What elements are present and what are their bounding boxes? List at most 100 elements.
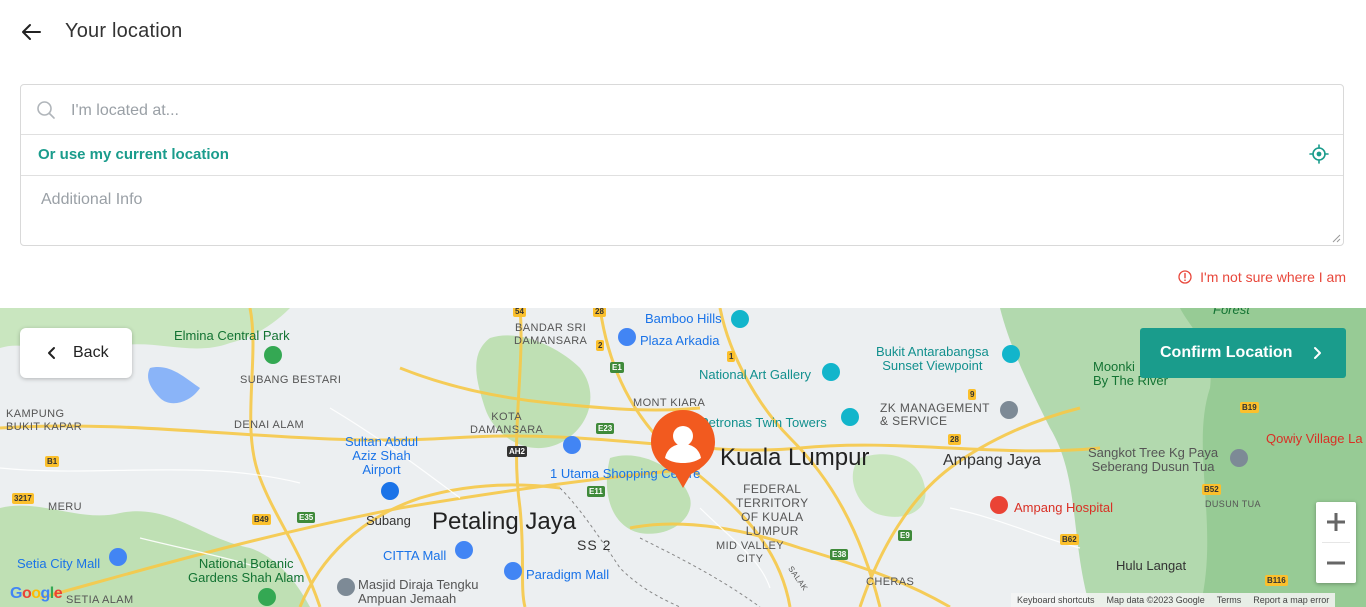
report-map-error-link[interactable]: Report a map error (1253, 595, 1329, 605)
hospital-icon[interactable] (990, 496, 1008, 514)
map-label-ampang-hospital[interactable]: Ampang Hospital (1014, 500, 1113, 515)
chevron-right-icon (1314, 347, 1321, 359)
keyboard-shortcuts-link[interactable]: Keyboard shortcuts (1017, 595, 1095, 605)
landmark-icon[interactable] (841, 408, 859, 426)
road-badge: 28 (593, 308, 606, 317)
airport-icon[interactable] (381, 482, 399, 500)
map-label-sangkot[interactable]: Sangkot Tree Kg Paya Seberang Dusun Tua (1088, 446, 1218, 474)
map-label-mid-valley: MID VALLEY CITY (716, 540, 784, 565)
location-search-input[interactable] (69, 96, 1323, 126)
arrow-left-icon[interactable] (20, 20, 44, 44)
page-title: Your location (65, 20, 183, 42)
map-label-hulu-langat: Hulu Langat (1116, 558, 1187, 573)
shopping-icon[interactable] (618, 328, 636, 346)
shopping-icon[interactable] (563, 436, 581, 454)
search-icon (37, 101, 55, 119)
map-label-kuala-lumpur: Kuala Lumpur (720, 444, 870, 471)
map-label-ampang-jaya: Ampang Jaya (943, 452, 1041, 469)
map-data-text: Map data ©2023 Google (1106, 595, 1205, 605)
road-badge: AH2 (507, 446, 528, 457)
road-badge: 3217 (12, 493, 34, 504)
map-label-kampung-bukit-kapar: KAMPUNG BUKIT KAPAR (6, 408, 83, 433)
use-current-location-button[interactable]: Or use my current location (21, 134, 1343, 176)
tree-icon[interactable] (264, 346, 282, 364)
road-badge: 2 (596, 340, 605, 351)
road-badge: E1 (610, 362, 624, 373)
map-label-ss2: SS 2 (577, 537, 612, 553)
place-pin-icon[interactable] (1230, 449, 1248, 467)
terms-link[interactable]: Terms (1217, 595, 1242, 605)
map-label-qowiy-village[interactable]: Qowiy Village La (1266, 431, 1363, 446)
map-label-zk-management[interactable]: ZK MANAGEMENT & SERVICE (880, 402, 990, 428)
road-badge: 1 (727, 351, 736, 362)
zoom-control (1316, 502, 1356, 583)
confirm-location-label: Confirm Location (1160, 344, 1293, 361)
map-label-forest: Forest (1213, 308, 1250, 317)
road-badge: B1 (45, 456, 60, 467)
map-label-petronas[interactable]: Petronas Twin Towers (700, 415, 827, 430)
location-form: Or use my current location (20, 84, 1344, 246)
road-badge: 9 (968, 389, 977, 400)
resize-grip-icon[interactable] (1331, 233, 1341, 243)
map-label-elmina[interactable]: Elmina Central Park (174, 328, 290, 343)
road-badge: 54 (513, 308, 526, 317)
map-label-citta-mall[interactable]: CITTA Mall (383, 548, 446, 563)
map-back-button[interactable]: Back (20, 328, 132, 378)
map-label-setia-city[interactable]: Setia City Mall (17, 556, 100, 571)
map-label-bukit-antarabangsa[interactable]: Bukit Antarabangsa Sunset Viewpoint (876, 345, 989, 373)
road-badge: B116 (1265, 575, 1288, 586)
map-label-denai-alam: DENAI ALAM (234, 419, 305, 431)
additional-info-field[interactable] (21, 176, 1343, 245)
shopping-icon[interactable] (504, 562, 522, 580)
map-label-national-art[interactable]: National Art Gallery (699, 367, 811, 382)
not-sure-link[interactable]: I'm not sure where I am (1178, 269, 1346, 285)
shopping-icon[interactable] (109, 548, 127, 566)
map-label-botanic-gardens[interactable]: National Botanic Gardens Shah Alam (188, 557, 304, 585)
map-label-airport[interactable]: Sultan Abdul Aziz Shah Airport (345, 435, 418, 477)
minus-icon[interactable] (1316, 543, 1356, 583)
road-badge: E11 (587, 486, 605, 497)
map-label-meru: MERU (48, 501, 82, 513)
road-badge: E23 (596, 423, 615, 434)
tree-icon[interactable] (258, 588, 276, 606)
map-attribution: Keyboard shortcuts Map data ©2023 Google… (1011, 593, 1336, 607)
plus-icon[interactable] (1316, 502, 1356, 542)
road-badge: B19 (1240, 402, 1259, 413)
map-label-kota-damansara: KOTA DAMANSARA (470, 411, 544, 436)
business-pin-icon[interactable] (1000, 401, 1018, 419)
current-location-label: Or use my current location (38, 146, 229, 163)
map-label-dusun-tua: DUSUN TUA (1205, 499, 1261, 509)
shopping-icon[interactable] (455, 541, 473, 559)
map-label-bandar-sri-damansara: BANDAR SRI DAMANSARA (514, 322, 588, 347)
camera-icon[interactable] (1002, 345, 1020, 363)
road-badge: B49 (252, 514, 271, 525)
road-badge: B62 (1060, 534, 1079, 545)
map-label-federal-territory: FEDERAL TERRITORY OF KUALA LUMPUR (736, 482, 809, 538)
map-label-subang-bestari: SUBANG BESTARI (240, 374, 342, 386)
museum-icon[interactable] (822, 363, 840, 381)
chevron-left-icon (48, 347, 55, 359)
road-badge: E9 (898, 530, 912, 541)
google-logo[interactable]: Google (10, 585, 63, 603)
road-badge: E38 (830, 549, 849, 560)
user-pin-icon[interactable] (649, 408, 717, 490)
map-label-subang: Subang (366, 513, 411, 528)
map-label-cheras: CHERAS (866, 576, 915, 588)
search-row (21, 85, 1343, 135)
page-header: Your location (0, 0, 1366, 64)
map-label-paradigm[interactable]: Paradigm Mall (526, 567, 609, 582)
road-badge: E35 (297, 512, 316, 523)
map-label-masjid[interactable]: Masjid Diraja Tengku Ampuan Jemaah (358, 578, 478, 606)
confirm-location-button[interactable]: Confirm Location (1140, 328, 1346, 378)
map-view[interactable]: Elmina Central Park SUBANG BESTARI KAMPU… (0, 308, 1366, 607)
not-sure-label: I'm not sure where I am (1200, 269, 1346, 285)
map-back-label: Back (73, 344, 109, 361)
park-icon[interactable] (731, 310, 749, 328)
road-badge: 28 (948, 434, 961, 445)
map-label-setia-alam: SETIA ALAM (66, 594, 134, 606)
crosshair-locate-icon[interactable] (1309, 144, 1329, 164)
map-label-plaza-arkadia[interactable]: Plaza Arkadia (640, 333, 720, 348)
map-label-bamboo-hills[interactable]: Bamboo Hills (645, 311, 722, 326)
mosque-icon[interactable] (337, 578, 355, 596)
road-badge: B52 (1202, 484, 1221, 495)
